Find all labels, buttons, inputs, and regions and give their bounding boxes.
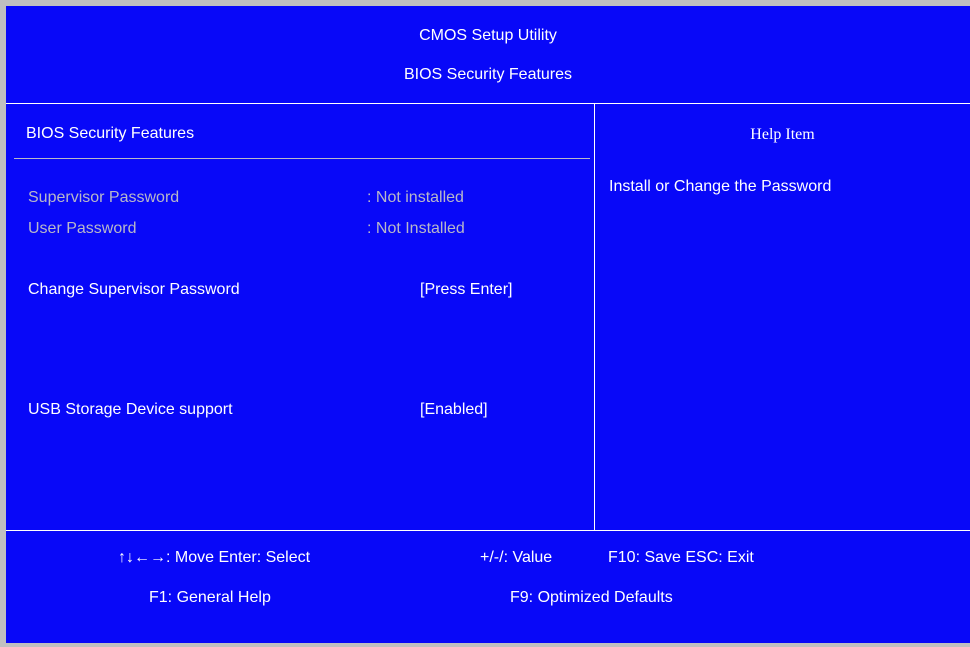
change-supervisor-password-value[interactable]: [Press Enter] [420,281,512,299]
help-text: Install or Change the Password [609,178,832,195]
change-supervisor-password-option[interactable]: Change Supervisor Password [28,281,240,299]
footer-help-hint: F1: General Help [149,589,271,606]
supervisor-password-status: : Not installed [367,189,464,206]
footer-save-exit-hint: F10: Save ESC: Exit [608,549,754,566]
page-subtitle: BIOS Security Features [403,66,573,83]
panel-title-underline [14,158,590,159]
supervisor-password-label: Supervisor Password [28,189,180,206]
footer-value-hint: +/-/: Value [480,549,553,566]
footer-defaults-hint: F9: Optimized Defaults [510,589,673,606]
footer-nav-hint: ↑↓←→: Move Enter: Select [118,549,311,566]
usb-storage-support-value[interactable]: [Enabled] [420,401,488,419]
usb-storage-support-option[interactable]: USB Storage Device support [28,401,233,419]
column-divider [594,103,595,530]
header-divider [6,103,970,104]
user-password-label: User Password [28,220,137,237]
footer-divider [6,530,970,531]
help-title: Help Item [750,126,815,143]
user-password-status: : Not Installed [367,220,465,237]
panel-title: BIOS Security Features [26,125,195,142]
bios-screen: CMOS Setup Utility BIOS Security Feature… [6,6,970,643]
app-title: CMOS Setup Utility [419,27,557,44]
